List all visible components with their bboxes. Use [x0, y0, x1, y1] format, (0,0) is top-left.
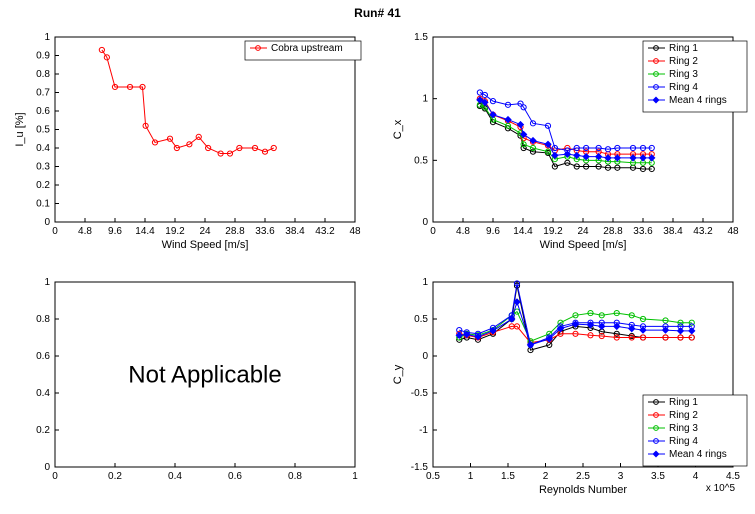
svg-text:0.6: 0.6 [228, 471, 242, 482]
svg-text:0.4: 0.4 [36, 388, 50, 399]
svg-text:Ring 3: Ring 3 [669, 423, 698, 434]
svg-text:Cobra upstream: Cobra upstream [271, 43, 343, 54]
svg-text:C_y: C_y [392, 364, 404, 384]
svg-text:0: 0 [52, 226, 58, 237]
svg-text:0.9: 0.9 [36, 51, 50, 62]
svg-text:I_u [%]: I_u [%] [14, 112, 26, 146]
svg-text:0.8: 0.8 [36, 69, 50, 80]
svg-text:Ring 2: Ring 2 [669, 56, 698, 67]
svg-text:0.1: 0.1 [36, 199, 50, 210]
svg-text:Wind Speed [m/s]: Wind Speed [m/s] [539, 239, 626, 251]
svg-text:38.4: 38.4 [285, 226, 305, 237]
svg-text:C_x: C_x [392, 119, 404, 139]
svg-text:-1.5: -1.5 [410, 462, 428, 473]
svg-text:48: 48 [349, 226, 361, 237]
svg-text:0.6: 0.6 [36, 106, 50, 117]
svg-text:4: 4 [692, 471, 698, 482]
panel-bottom-left: 0 0.2 0.4 0.6 0.8 1 0 0.2 0.4 0.6 0.8 1 Not Applicab… [0, 267, 378, 512]
svg-text:0.5: 0.5 [414, 314, 428, 325]
svg-text:Ring 3: Ring 3 [669, 69, 698, 80]
svg-text:1: 1 [44, 32, 50, 43]
svg-text:4.8: 4.8 [78, 226, 92, 237]
svg-text:0: 0 [422, 217, 428, 228]
svg-text:0: 0 [44, 217, 50, 228]
svg-text:0.5: 0.5 [426, 471, 440, 482]
svg-text:24: 24 [199, 226, 211, 237]
svg-text:1: 1 [352, 471, 358, 482]
svg-text:0.8: 0.8 [36, 314, 50, 325]
svg-text:Mean 4 rings: Mean 4 rings [669, 449, 727, 460]
svg-text:33.6: 33.6 [633, 226, 653, 237]
svg-text:0.3: 0.3 [36, 162, 50, 173]
svg-text:14.4: 14.4 [135, 226, 155, 237]
panel-top-right: 0 4.8 9.6 14.4 19.2 24 28.8 33.6 38.4 43.2 48 0 0.5 1… [378, 22, 755, 267]
svg-text:2.5: 2.5 [576, 471, 590, 482]
svg-text:14.4: 14.4 [513, 226, 533, 237]
chart-grid: 04.89.614.419.22428.833.638.443.24800.10… [0, 22, 755, 512]
svg-text:2: 2 [542, 471, 548, 482]
svg-text:9.6: 9.6 [486, 226, 500, 237]
svg-text:Ring 2: Ring 2 [669, 410, 698, 421]
svg-text:4.5: 4.5 [726, 471, 740, 482]
svg-text:3.5: 3.5 [651, 471, 665, 482]
svg-text:Ring 4: Ring 4 [669, 436, 698, 447]
svg-text:3: 3 [617, 471, 623, 482]
svg-text:4.8: 4.8 [456, 226, 470, 237]
svg-text:19.2: 19.2 [543, 226, 563, 237]
svg-text:28.8: 28.8 [603, 226, 623, 237]
svg-text:0: 0 [430, 226, 436, 237]
svg-text:19.2: 19.2 [165, 226, 185, 237]
svg-text:Mean 4 rings: Mean 4 rings [669, 95, 727, 106]
svg-text:1: 1 [422, 94, 428, 105]
svg-text:Ring 1: Ring 1 [669, 43, 698, 54]
panel-top-left: 0 4.8 9.6 14.4 19.2 24 28.8 33.6 38.4 43.2 48 0 0.1 0… [0, 22, 378, 267]
svg-text:9.6: 9.6 [108, 226, 122, 237]
svg-text:1: 1 [422, 277, 428, 288]
svg-text:38.4: 38.4 [663, 226, 683, 237]
panel-bottom-right: 0.5 1 1.5 2 2.5 3 3.5 4 4.5 -1.5 -1 -0.5 0 0.5 1 Reynol… [378, 267, 755, 512]
svg-text:-0.5: -0.5 [410, 388, 428, 399]
svg-text:24: 24 [577, 226, 589, 237]
svg-text:43.2: 43.2 [315, 226, 335, 237]
svg-text:28.8: 28.8 [225, 226, 245, 237]
svg-text:0.5: 0.5 [36, 125, 50, 136]
svg-text:Wind Speed [m/s]: Wind Speed [m/s] [162, 239, 249, 251]
svg-text:33.6: 33.6 [255, 226, 275, 237]
svg-text:0.5: 0.5 [414, 155, 428, 166]
svg-text:Not Applicable: Not Applicable [128, 362, 281, 389]
svg-text:0: 0 [44, 462, 50, 473]
svg-text:0: 0 [422, 351, 428, 362]
svg-text:0.4: 0.4 [168, 471, 182, 482]
svg-text:-1: -1 [419, 425, 428, 436]
svg-text:0.4: 0.4 [36, 143, 50, 154]
svg-text:48: 48 [727, 226, 739, 237]
svg-text:0: 0 [52, 471, 58, 482]
svg-text:0.7: 0.7 [36, 88, 50, 99]
page-title: Run# 41 [0, 0, 755, 22]
svg-text:Ring 4: Ring 4 [669, 82, 698, 93]
svg-text:0.2: 0.2 [36, 180, 50, 191]
svg-text:x 10^5: x 10^5 [705, 483, 735, 494]
svg-text:0.2: 0.2 [108, 471, 122, 482]
svg-text:1: 1 [467, 471, 473, 482]
svg-text:Ring 1: Ring 1 [669, 397, 698, 408]
svg-text:0.2: 0.2 [36, 425, 50, 436]
svg-text:0.6: 0.6 [36, 351, 50, 362]
svg-text:0.8: 0.8 [288, 471, 302, 482]
svg-text:1.5: 1.5 [501, 471, 515, 482]
svg-text:43.2: 43.2 [693, 226, 713, 237]
svg-text:Reynolds Number: Reynolds Number [538, 484, 626, 496]
svg-text:1: 1 [44, 277, 50, 288]
svg-text:1.5: 1.5 [414, 32, 428, 43]
